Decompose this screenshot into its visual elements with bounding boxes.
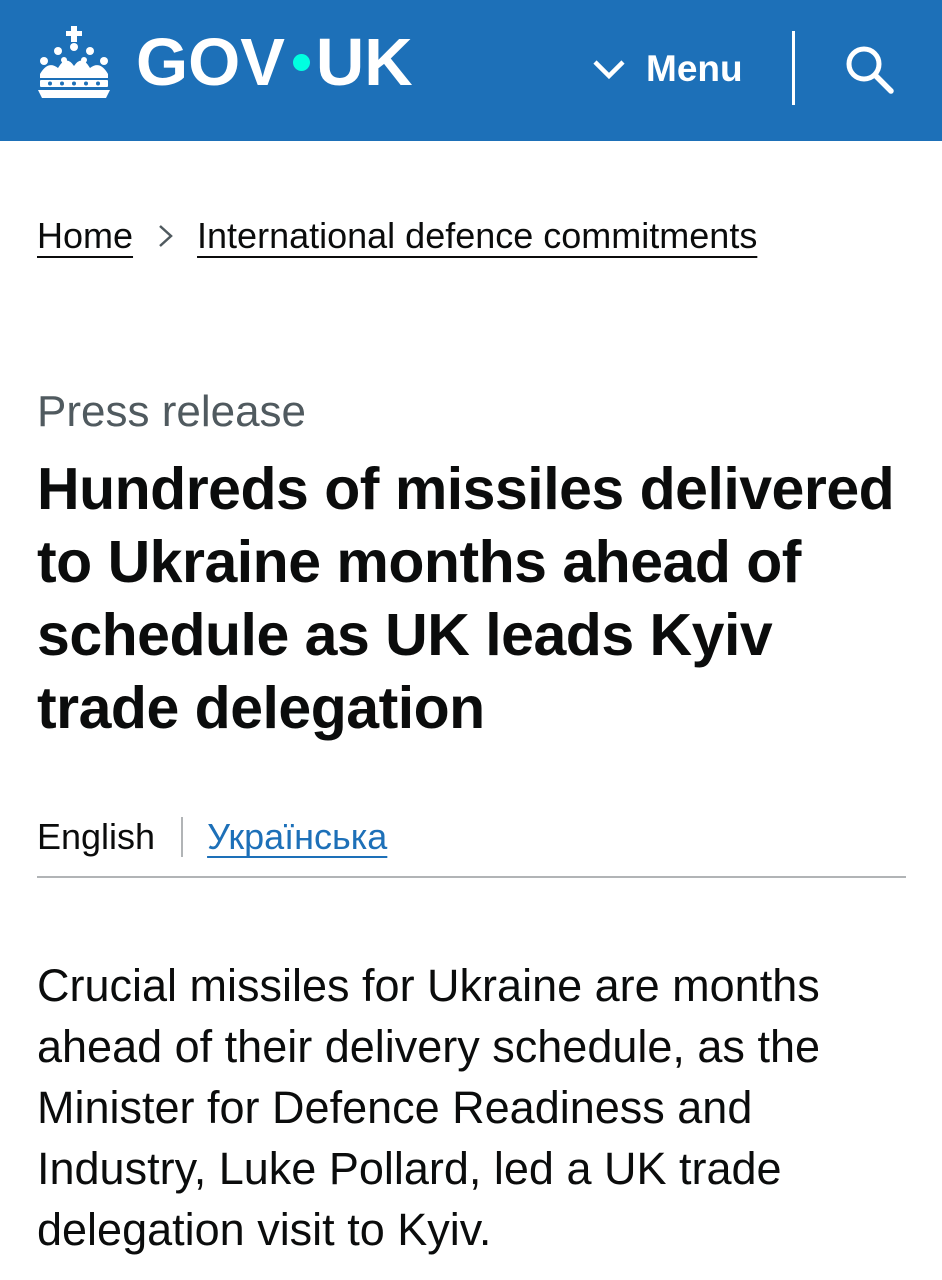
logo-dot [292,53,310,71]
search-button[interactable] [844,44,896,96]
header-divider [792,31,795,105]
crown-icon [38,26,110,98]
language-ukrainian-link[interactable]: Українська [207,812,387,862]
logo-text-uk: UK [315,24,413,100]
chevron-right-icon [159,225,173,247]
search-icon [846,46,894,94]
breadcrumb-home-link[interactable]: Home [37,212,133,260]
menu-label: Menu [646,48,743,89]
menu-button[interactable]: Menu [592,44,743,94]
site-header: GOV UK Menu [0,0,942,141]
breadcrumb-international-defence-link[interactable]: International defence commitments [197,212,757,260]
language-switcher: English Українська [37,812,387,862]
logo-text-gov: GOV [136,24,285,100]
govuk-logotype: GOV UK [136,29,413,96]
lead-paragraph: Crucial missiles for Ukraine are months … [37,960,820,1255]
section-divider [37,876,906,878]
language-current: English [37,816,156,857]
breadcrumb: Home International defence commitments [37,212,757,260]
language-divider [181,817,184,857]
govuk-logo-link[interactable]: GOV UK [34,24,413,100]
page-title: Hundreds of missiles delivered to Ukrain… [37,456,895,741]
content-type-caption: Press release [37,387,307,436]
chevron-down-icon [593,60,625,80]
